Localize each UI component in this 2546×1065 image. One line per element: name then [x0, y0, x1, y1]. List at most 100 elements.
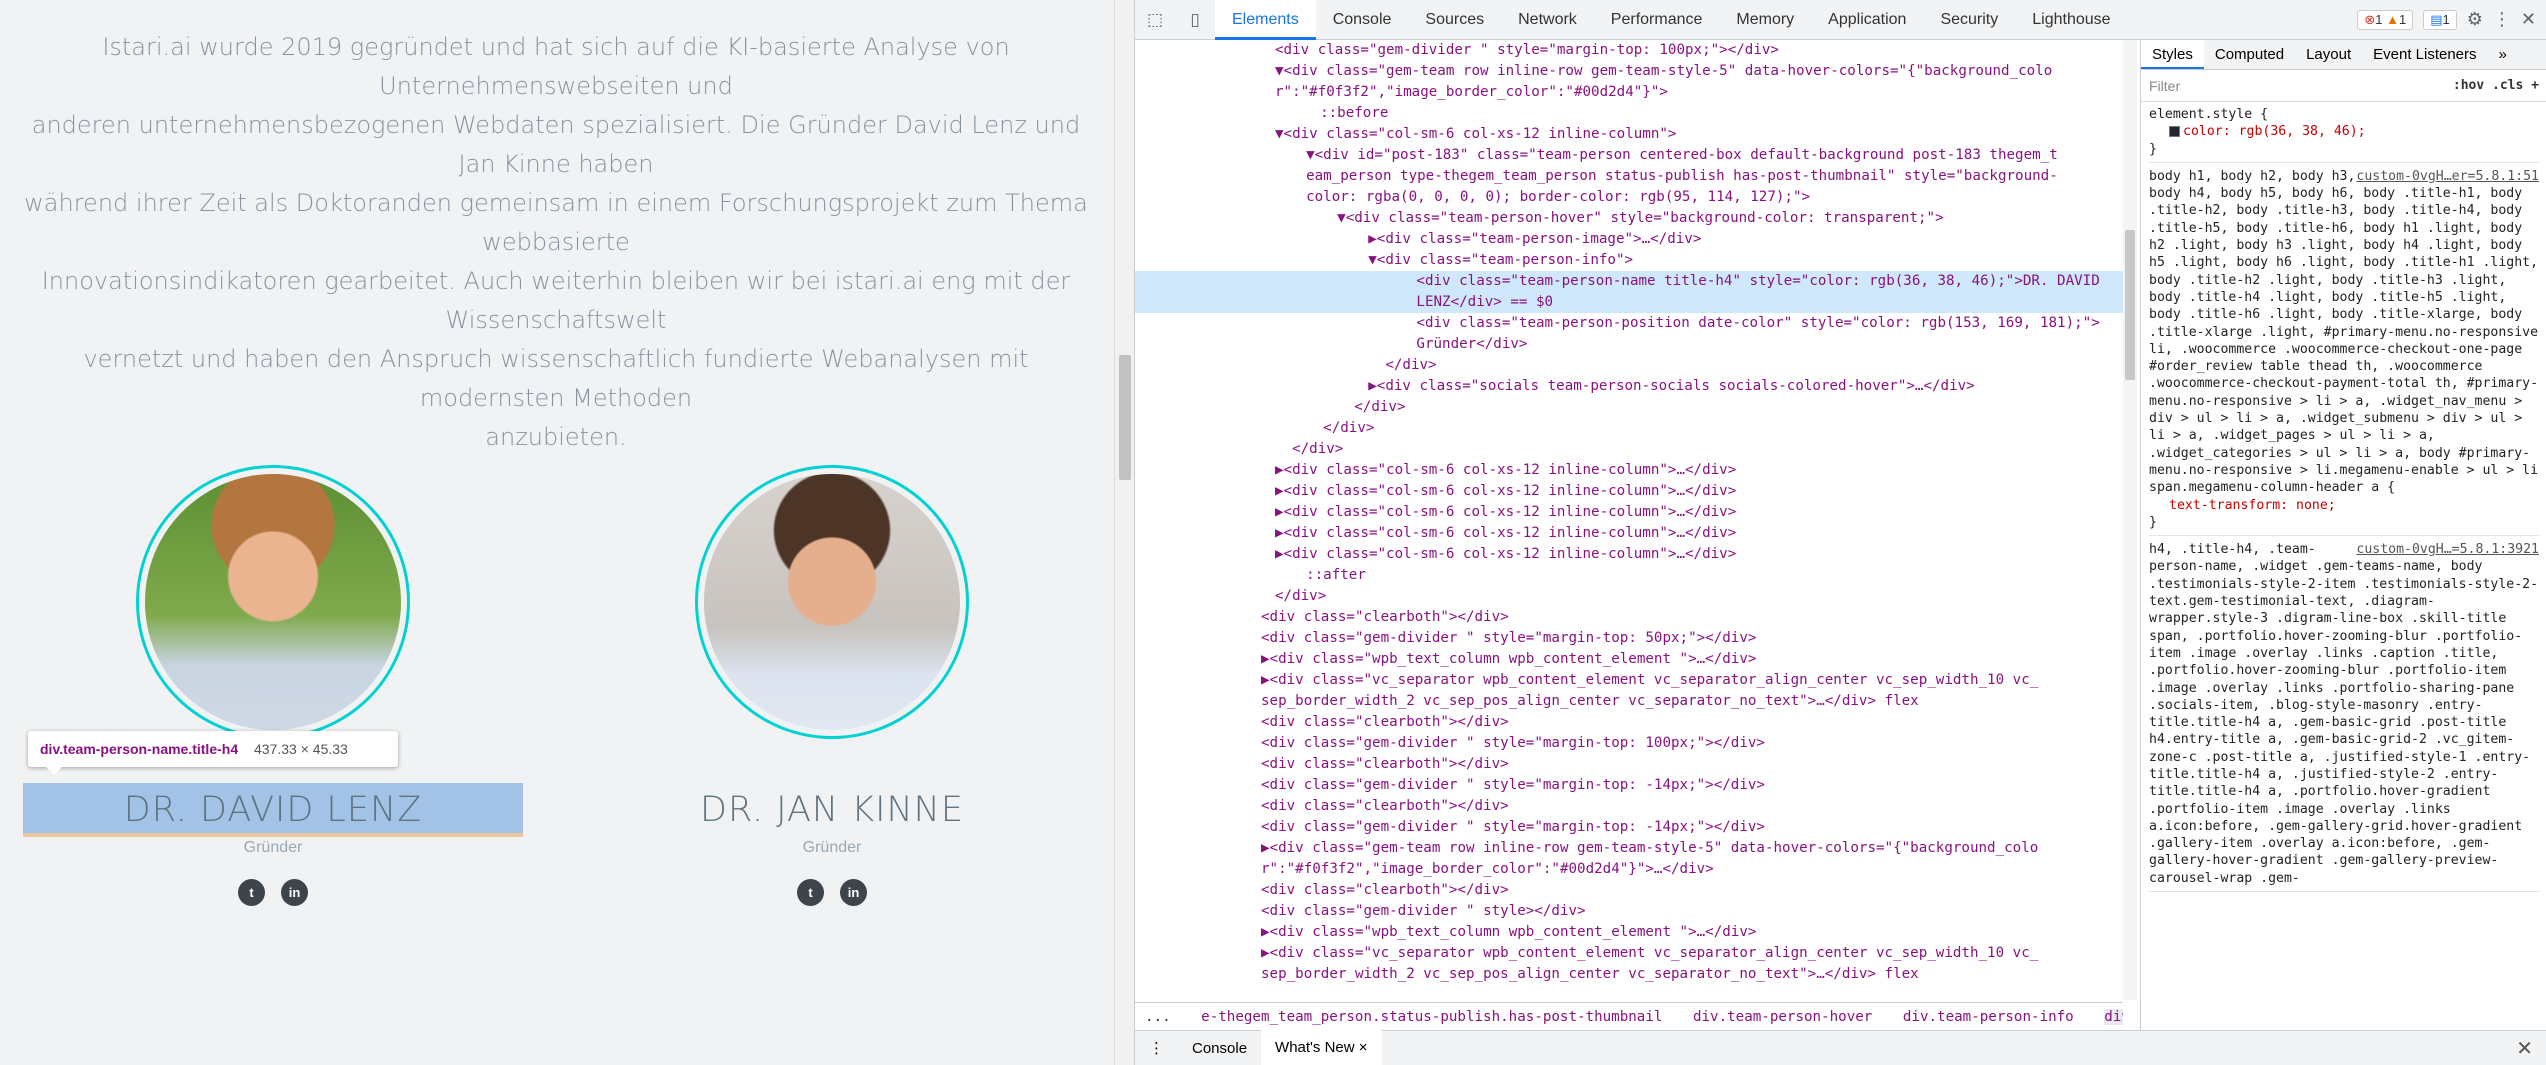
rule-close: }: [2149, 514, 2157, 530]
tab-memory[interactable]: Memory: [1719, 0, 1811, 40]
tab-performance[interactable]: Performance: [1594, 0, 1720, 40]
breadcrumb-item[interactable]: e-thegem_team_person.status-publish.has-…: [1201, 1009, 1662, 1025]
dom-line[interactable]: ▶<div class="socials team-person-socials…: [1135, 376, 2123, 397]
team-person-position: Gründer: [802, 839, 862, 856]
dom-line[interactable]: <div class="clearboth"></div>: [1135, 796, 2123, 817]
scrollbar-thumb[interactable]: [2125, 230, 2135, 380]
tab-application[interactable]: Application: [1811, 0, 1923, 40]
issues-badge[interactable]: ⊗1 ▲1: [2357, 9, 2414, 30]
dom-line[interactable]: ▶<div class="wpb_text_column wpb_content…: [1135, 922, 2123, 943]
dom-tree[interactable]: <div class="gem-divider " style="margin-…: [1135, 40, 2123, 1000]
dom-line[interactable]: ::before: [1135, 103, 2123, 124]
dom-line[interactable]: eam_person type-thegem_team_person statu…: [1135, 166, 2123, 187]
dom-line[interactable]: r":"#f0f3f2","image_border_color":"#00d2…: [1135, 82, 2123, 103]
dom-line[interactable]: color: rgba(0, 0, 0, 0); border-color: r…: [1135, 187, 2123, 208]
dom-line[interactable]: ▶<div class="team-person-image">…</div>: [1135, 229, 2123, 250]
team-member-david: DR. DAVID LENZ Gründer t in: [23, 465, 523, 906]
tab-more[interactable]: »: [2488, 40, 2518, 69]
rule-property[interactable]: color: rgb(36, 38, 46);: [2149, 123, 2539, 140]
rule-source-link[interactable]: custom-0vgH…=5.8.1:3921: [2356, 541, 2539, 558]
dom-line[interactable]: <div class="gem-divider " style="margin-…: [1135, 817, 2123, 838]
dom-line[interactable]: <div class="team-person-name title-h4" s…: [1135, 271, 2123, 292]
dom-line[interactable]: <div class="gem-divider " style="margin-…: [1135, 775, 2123, 796]
breadcrumb-item[interactable]: ...: [1145, 1009, 1171, 1025]
linkedin-icon[interactable]: in: [840, 879, 867, 906]
drawer-tab-whats-new[interactable]: What's New ×: [1261, 1029, 1382, 1065]
tab-elements[interactable]: Elements: [1215, 0, 1316, 40]
dom-line[interactable]: ▶<div class="vc_separator wpb_content_el…: [1135, 943, 2123, 964]
dom-line[interactable]: ▼<div class="team-person-hover" style="b…: [1135, 208, 2123, 229]
filter-input[interactable]: Filter: [2149, 78, 2180, 94]
dom-line[interactable]: LENZ</div> == $0: [1135, 292, 2123, 313]
about-line: Istari.ai wurde 2019 gegründet und hat s…: [102, 33, 1010, 100]
dom-line[interactable]: sep_border_width_2 vc_sep_pos_align_cent…: [1135, 691, 2123, 712]
messages-badge[interactable]: ▤1: [2423, 9, 2457, 30]
drawer-more-icon[interactable]: ⋮: [1135, 1031, 1178, 1065]
dom-line[interactable]: </div>: [1135, 397, 2123, 418]
close-icon[interactable]: ✕: [2516, 1036, 2546, 1061]
dom-scrollbar[interactable]: [2123, 40, 2137, 1000]
breadcrumb-item[interactable]: div.team-person-info: [1903, 1009, 2074, 1025]
dom-line[interactable]: </div>: [1135, 355, 2123, 376]
tab-styles[interactable]: Styles: [2141, 40, 2204, 69]
dom-line[interactable]: <div class="gem-divider " style="margin-…: [1135, 628, 2123, 649]
drawer-tab-console[interactable]: Console: [1178, 1031, 1261, 1065]
dom-line[interactable]: ▶<div class="col-sm-6 col-xs-12 inline-c…: [1135, 544, 2123, 565]
dom-line[interactable]: </div>: [1135, 586, 2123, 607]
linkedin-icon[interactable]: in: [281, 879, 308, 906]
warning-icon: ▲: [2386, 11, 2399, 27]
tab-computed[interactable]: Computed: [2204, 40, 2295, 69]
dom-line[interactable]: <div class="clearboth"></div>: [1135, 754, 2123, 775]
dom-line[interactable]: <div class="clearboth"></div>: [1135, 880, 2123, 901]
dom-line[interactable]: <div class="team-person-position date-co…: [1135, 313, 2123, 334]
scrollbar-thumb[interactable]: [1119, 355, 1131, 480]
more-icon[interactable]: ⋮: [2493, 9, 2511, 30]
dom-line[interactable]: ::after: [1135, 565, 2123, 586]
breadcrumb-item[interactable]: div.team-person-name.title-h4: [2104, 1009, 2123, 1025]
rule-property[interactable]: text-transform: none;: [2149, 497, 2539, 514]
tab-network[interactable]: Network: [1501, 0, 1594, 40]
filter-tools[interactable]: :hov .cls +: [2453, 78, 2539, 93]
dom-line[interactable]: r":"#f0f3f2","image_border_color":"#00d2…: [1135, 859, 2123, 880]
dom-line[interactable]: ▶<div class="col-sm-6 col-xs-12 inline-c…: [1135, 523, 2123, 544]
gear-icon[interactable]: ⚙: [2467, 9, 2483, 30]
color-swatch-icon[interactable]: [2169, 125, 2180, 137]
dom-line[interactable]: ▼<div class="gem-team row inline-row gem…: [1135, 61, 2123, 82]
dom-line[interactable]: ▼<div id="post-183" class="team-person c…: [1135, 145, 2123, 166]
dom-line[interactable]: <div class="gem-divider " style="margin-…: [1135, 40, 2123, 61]
dom-line[interactable]: <div class="clearboth"></div>: [1135, 712, 2123, 733]
dom-line[interactable]: <div class="clearboth"></div>: [1135, 607, 2123, 628]
twitter-icon[interactable]: t: [797, 879, 824, 906]
dom-line[interactable]: ▼<div class="col-sm-6 col-xs-12 inline-c…: [1135, 124, 2123, 145]
avatar-photo: [704, 474, 960, 730]
device-toggle-icon[interactable]: ▯: [1175, 10, 1215, 30]
dom-line[interactable]: <div class="gem-divider " style="margin-…: [1135, 733, 2123, 754]
tab-event-listeners[interactable]: Event Listeners: [2362, 40, 2487, 69]
dom-line[interactable]: ▶<div class="wpb_text_column wpb_content…: [1135, 649, 2123, 670]
rule-selector: body h1, body h2, body h3, body h4, body…: [2149, 168, 2539, 496]
tab-security[interactable]: Security: [1923, 0, 2015, 40]
dom-line[interactable]: </div>: [1135, 418, 2123, 439]
rule-source-link[interactable]: custom-0vgH…er=5.8.1:51: [2356, 168, 2539, 185]
dom-line[interactable]: Gründer</div>: [1135, 334, 2123, 355]
dom-line[interactable]: ▶<div class="col-sm-6 col-xs-12 inline-c…: [1135, 481, 2123, 502]
page-scrollbar[interactable]: [1114, 0, 1134, 1065]
dom-line[interactable]: ▶<div class="vc_separator wpb_content_el…: [1135, 670, 2123, 691]
twitter-icon[interactable]: t: [238, 879, 265, 906]
dom-line[interactable]: sep_border_width_2 vc_sep_pos_align_cent…: [1135, 964, 2123, 985]
dom-line[interactable]: ▼<div class="team-person-info">: [1135, 250, 2123, 271]
dom-line[interactable]: <div class="gem-divider " style></div>: [1135, 901, 2123, 922]
dom-line[interactable]: ▶<div class="col-sm-6 col-xs-12 inline-c…: [1135, 502, 2123, 523]
dom-line[interactable]: </div>: [1135, 439, 2123, 460]
inspect-icon[interactable]: ⬚: [1135, 10, 1175, 30]
tab-sources[interactable]: Sources: [1408, 0, 1501, 40]
tab-lighthouse[interactable]: Lighthouse: [2015, 0, 2127, 40]
dom-line[interactable]: ▶<div class="gem-team row inline-row gem…: [1135, 838, 2123, 859]
style-rule: custom-0vgH…=5.8.1:3921 h4, .title-h4, .…: [2149, 541, 2539, 893]
error-icon: ⊗: [2364, 11, 2376, 27]
tab-console[interactable]: Console: [1316, 0, 1409, 40]
dom-line[interactable]: ▶<div class="col-sm-6 col-xs-12 inline-c…: [1135, 460, 2123, 481]
close-icon[interactable]: ✕: [2521, 9, 2536, 30]
tab-layout[interactable]: Layout: [2295, 40, 2362, 69]
breadcrumb-item[interactable]: div.team-person-hover: [1693, 1009, 1872, 1025]
